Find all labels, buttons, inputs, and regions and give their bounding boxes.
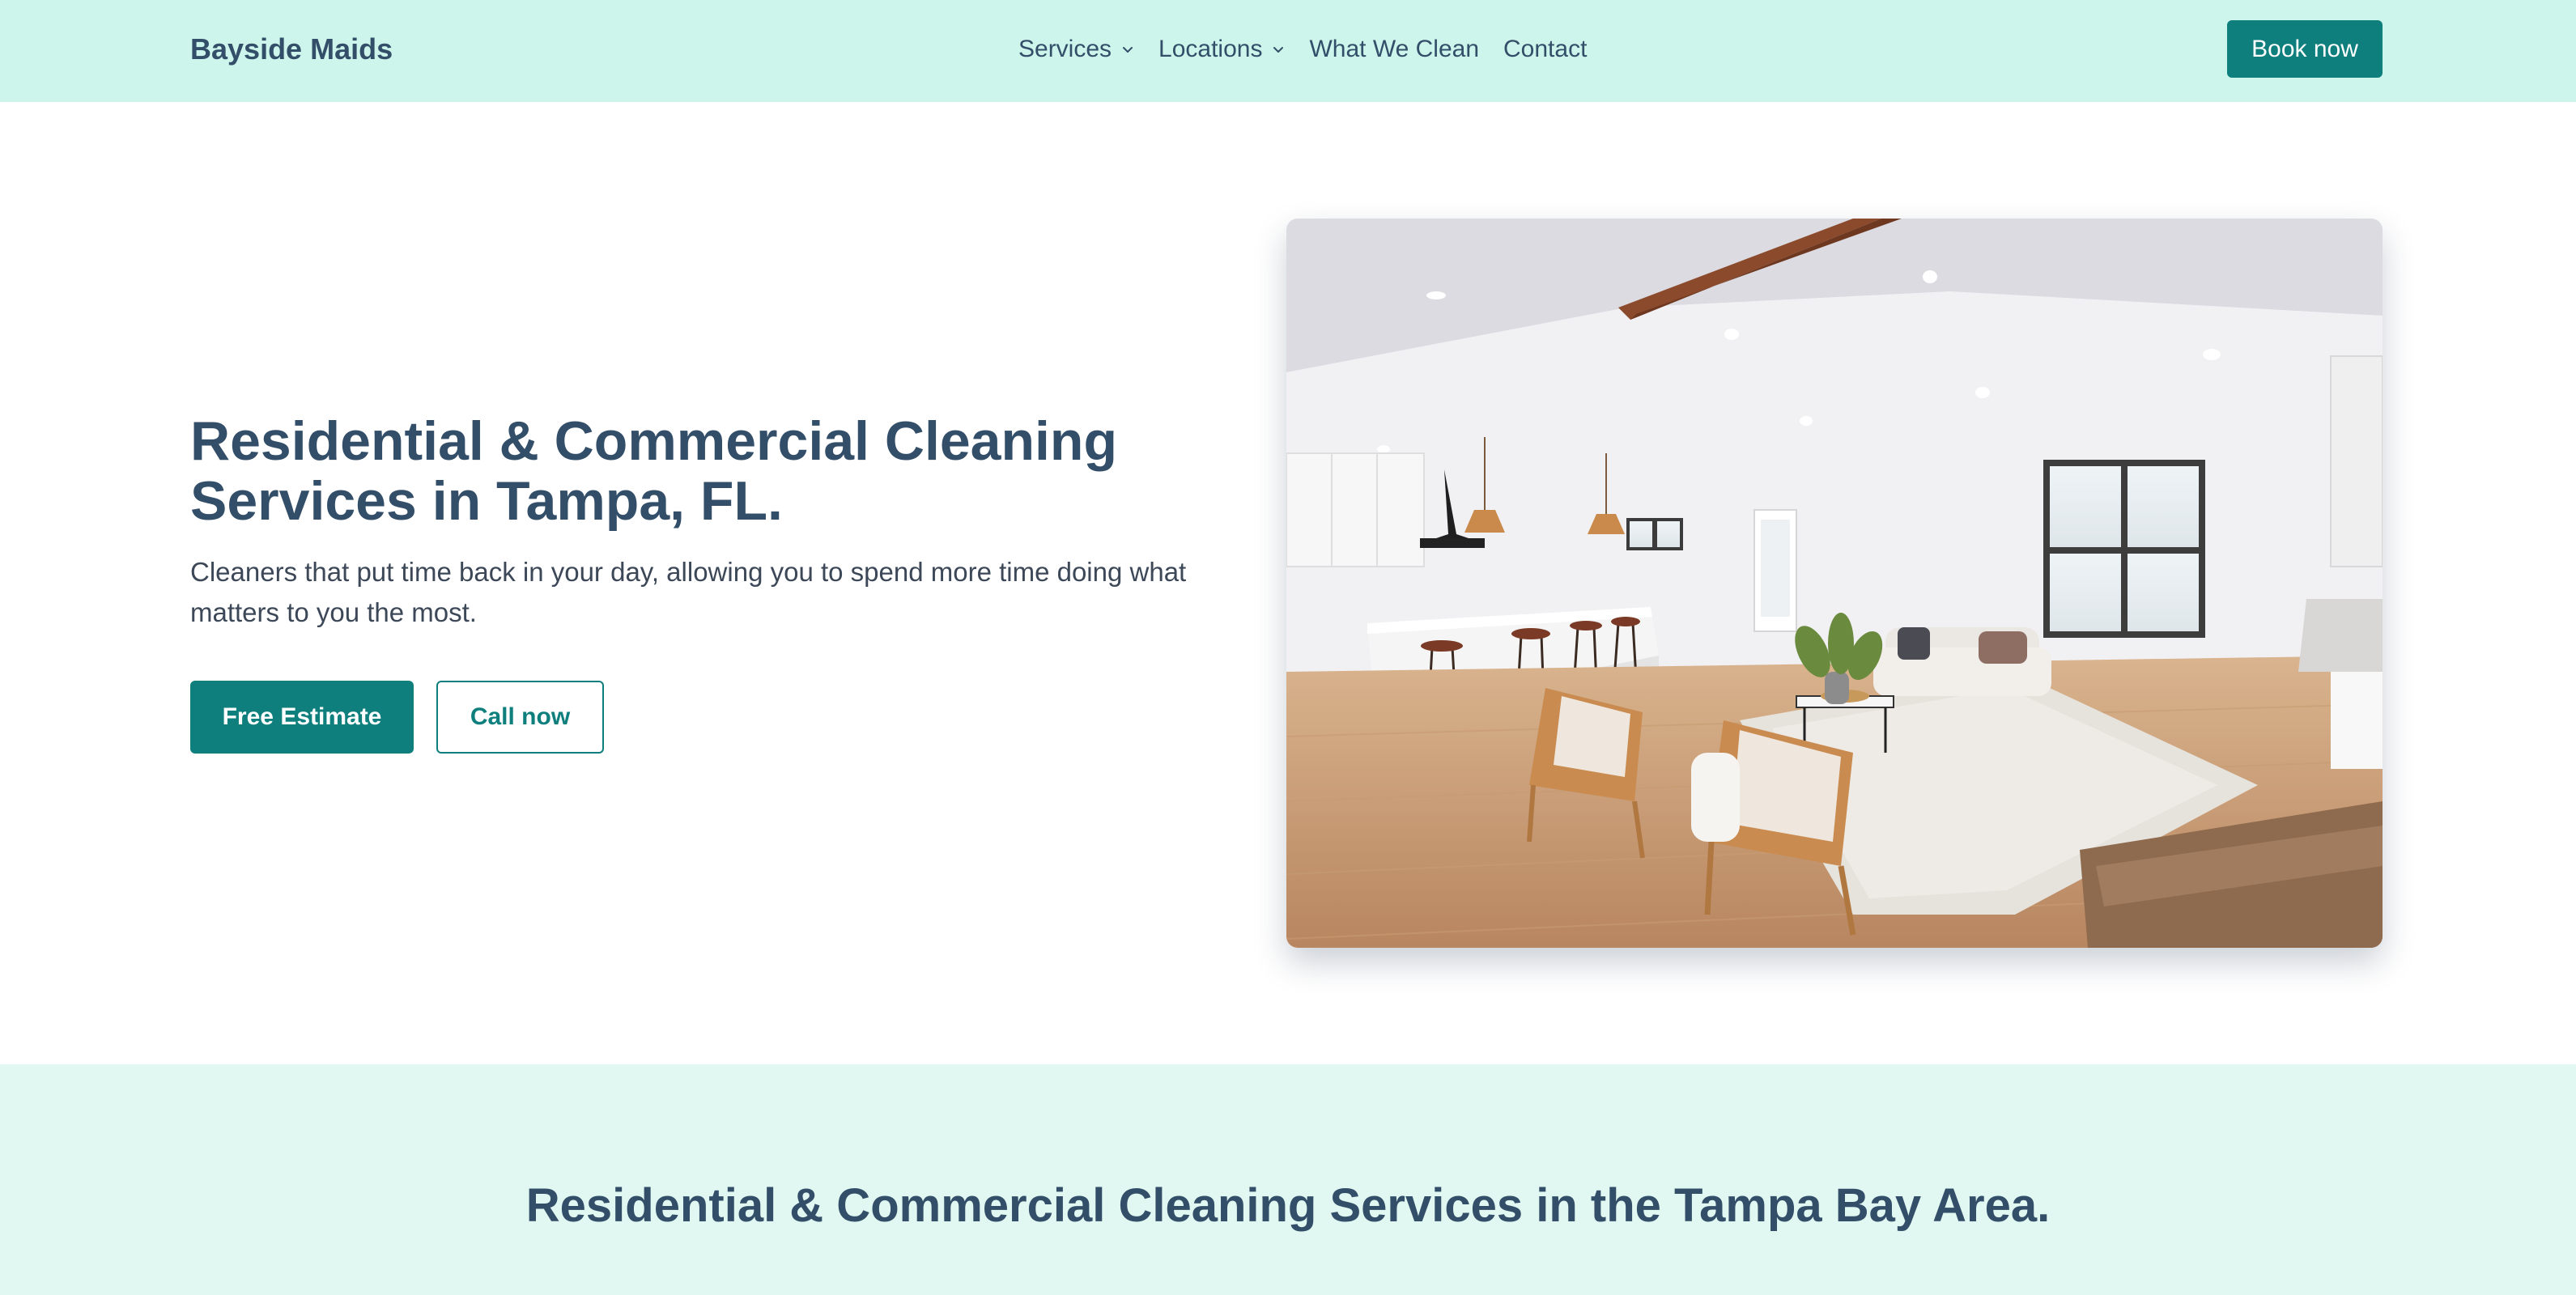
hero-title: Residential & Commercial Cleaning Servic…: [190, 410, 1117, 532]
nav-item-label: Contact: [1503, 36, 1588, 62]
hero-image: [1286, 219, 2383, 948]
living-room-photo: [1286, 219, 2383, 948]
book-now-button[interactable]: Book now: [2227, 20, 2383, 78]
nav-item-locations[interactable]: Locations: [1158, 36, 1285, 63]
free-estimate-button[interactable]: Free Estimate: [190, 681, 414, 754]
call-now-button[interactable]: Call now: [436, 681, 604, 754]
chevron-down-icon: [1272, 43, 1285, 56]
chevron-down-icon: [1121, 43, 1134, 56]
main-nav: Services Locations What We Clean Contact: [1018, 31, 1587, 68]
nav-item-what-we-clean[interactable]: What We Clean: [1309, 36, 1479, 63]
brand-logo[interactable]: Bayside Maids: [190, 31, 393, 68]
nav-item-contact[interactable]: Contact: [1503, 36, 1587, 63]
section-title: Residential & Commercial Cleaning Servic…: [525, 1179, 2051, 1232]
nav-item-label: Services: [1018, 36, 1112, 62]
nav-item-label: Locations: [1158, 36, 1263, 62]
nav-item-services[interactable]: Services: [1018, 36, 1134, 63]
site-header: Bayside Maids Services Locations What We…: [0, 0, 2576, 102]
services-band: Residential & Commercial Cleaning Servic…: [0, 1064, 2576, 1295]
hero-subtitle: Cleaners that put time back in your day,…: [190, 557, 1187, 627]
nav-item-label: What We Clean: [1309, 36, 1480, 62]
